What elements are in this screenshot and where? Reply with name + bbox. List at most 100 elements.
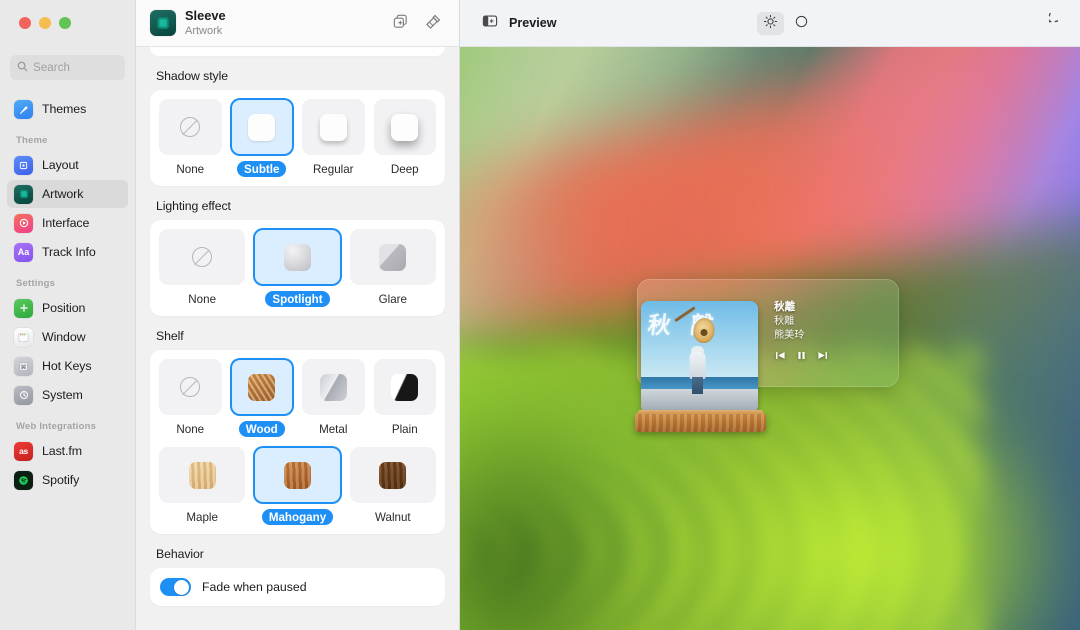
wood-option-mahogany[interactable]: Mahogany: [254, 447, 341, 525]
now-playing-widget[interactable]: 秋 離 秋離 秋離 熊美玲: [635, 279, 899, 432]
option-label: None: [188, 292, 217, 306]
sidebar-item-interface[interactable]: Interface: [7, 209, 128, 237]
themes-icon: [14, 99, 33, 119]
wood-option-walnut[interactable]: Walnut: [349, 447, 436, 525]
sidebar-item-system[interactable]: System: [7, 381, 128, 409]
fade-when-paused-toggle[interactable]: [160, 577, 191, 597]
lighting-option-none[interactable]: None: [159, 229, 246, 307]
lighting-preview-square: [379, 243, 407, 271]
behavior-card: Fade when paused: [150, 568, 445, 606]
fade-when-paused-label: Fade when paused: [202, 580, 307, 594]
artwork-person-body: [689, 351, 706, 379]
track-title: 秋離: [774, 301, 796, 313]
option-label: Plain: [391, 422, 418, 436]
lastfm-icon: as: [14, 441, 33, 461]
sidebar-item-label: Artwork: [42, 187, 84, 201]
sidebar-item-position[interactable]: Position: [7, 294, 128, 322]
shelf-option-none[interactable]: None: [159, 359, 222, 437]
shadow-option-regular[interactable]: Regular: [302, 99, 365, 177]
artwork-person: [688, 345, 707, 394]
settings-scroll-area[interactable]: Shadow style None Subtle Regular Deep Li…: [136, 47, 459, 630]
shelf-option-metal[interactable]: Metal: [302, 359, 365, 437]
close-window-button[interactable]: [19, 17, 31, 29]
sidebar-item-themes[interactable]: Themes: [7, 95, 128, 123]
swatch: [373, 99, 436, 155]
sidebar-nav: Themes Theme Layout Artwork Interface Aa…: [0, 80, 135, 495]
sidebar-item-track-info[interactable]: Aa Track Info: [7, 238, 128, 266]
section-label-lighting-effect: Lighting effect: [156, 199, 231, 213]
sidebar-item-artwork[interactable]: Artwork: [7, 180, 128, 208]
option-label: Maple: [186, 510, 218, 524]
moon-icon: [794, 14, 809, 32]
shadow-option-subtle[interactable]: Subtle: [230, 99, 293, 177]
search-input[interactable]: Search: [10, 55, 125, 80]
appearance-switcher: [756, 11, 815, 35]
sidebar-item-window[interactable]: Window: [7, 323, 128, 351]
sidebar-item-layout[interactable]: Layout: [7, 151, 128, 179]
minimize-window-button[interactable]: [39, 17, 51, 29]
system-icon: [14, 385, 33, 405]
sidebar-item-lastfm[interactable]: as Last.fm: [7, 437, 128, 465]
sidebar-item-spotify[interactable]: Spotify: [7, 466, 128, 494]
no-sign-icon: [180, 377, 201, 397]
refresh-icon: [1041, 9, 1061, 33]
search-placeholder: Search: [33, 61, 71, 74]
spotify-icon: [14, 470, 33, 490]
option-label: Walnut: [374, 510, 411, 524]
lighting-option-glare[interactable]: Glare: [349, 229, 436, 307]
artwork-icon: [14, 184, 33, 204]
preview-title: Preview: [509, 16, 557, 30]
artwork-with-shelf: 秋 離: [635, 301, 766, 432]
artwork-person-legs: [691, 376, 703, 394]
duplicate-theme-button[interactable]: [388, 11, 412, 35]
svg-text:⌘: ⌘: [21, 363, 27, 370]
wood-option-maple[interactable]: Maple: [159, 447, 246, 525]
track-artist: 熊美玲: [774, 329, 805, 341]
wood-preview-square: [188, 461, 216, 489]
next-track-button[interactable]: [816, 349, 829, 367]
shelf-option-plain[interactable]: Plain: [373, 359, 436, 437]
edit-theme-button[interactable]: [421, 11, 445, 35]
shadow-option-deep[interactable]: Deep: [373, 99, 436, 177]
swatch: [159, 99, 222, 155]
track-info-icon: Aa: [14, 242, 33, 262]
light-mode-button[interactable]: [756, 11, 784, 35]
sidebar: Search Themes Theme Layout Artwork Inter…: [0, 0, 136, 630]
option-label: Mahogany: [261, 509, 334, 525]
dark-mode-button[interactable]: [788, 12, 815, 35]
wood-type-card: Maple Mahogany Walnut: [150, 442, 445, 534]
sidebar-item-label: Last.fm: [42, 444, 82, 458]
sidebar-item-hot-keys[interactable]: ⌘ Hot Keys: [7, 352, 128, 380]
pause-button[interactable]: [795, 349, 808, 367]
sidebar-item-label: Spotify: [42, 473, 80, 487]
page-subtitle: Artwork: [185, 24, 223, 37]
previous-track-button[interactable]: [774, 349, 787, 367]
search-icon: [17, 59, 28, 77]
shadow-style-card: None Subtle Regular Deep: [150, 90, 445, 186]
shelf-preview-square: [319, 373, 347, 401]
paintbrush-icon: [424, 13, 442, 34]
swatch: [349, 447, 436, 503]
sidebar-toggle-icon[interactable]: [482, 13, 498, 34]
lighting-option-spotlight[interactable]: Spotlight: [254, 229, 341, 307]
option-label: Glare: [378, 292, 407, 306]
album-artwork[interactable]: 秋 離: [641, 301, 758, 413]
swatch: [159, 447, 246, 503]
lighting-effect-card: None Spotlight Glare: [150, 220, 445, 316]
shadow-option-none[interactable]: None: [159, 99, 222, 177]
sidebar-item-label: Layout: [42, 158, 79, 172]
option-label: Wood: [238, 421, 285, 437]
artwork-icon: [150, 10, 176, 36]
preview-header: Preview: [460, 0, 1080, 47]
settings-panel: Sleeve Artwork Shadow style None Subtle …: [136, 0, 460, 630]
preview-canvas: 秋 離 秋離 秋離 熊美玲: [460, 47, 1080, 630]
window-icon: [14, 327, 33, 347]
maximize-window-button[interactable]: [59, 17, 71, 29]
wood-preview-square: [283, 461, 311, 489]
shelf-option-wood[interactable]: Wood: [230, 359, 293, 437]
shelf-material-card: None Wood Metal Plain: [150, 350, 445, 442]
sidebar-item-label: Interface: [42, 216, 90, 230]
refresh-button[interactable]: [1036, 9, 1062, 36]
playback-controls: [774, 349, 886, 367]
wooden-shelf: [635, 409, 766, 432]
